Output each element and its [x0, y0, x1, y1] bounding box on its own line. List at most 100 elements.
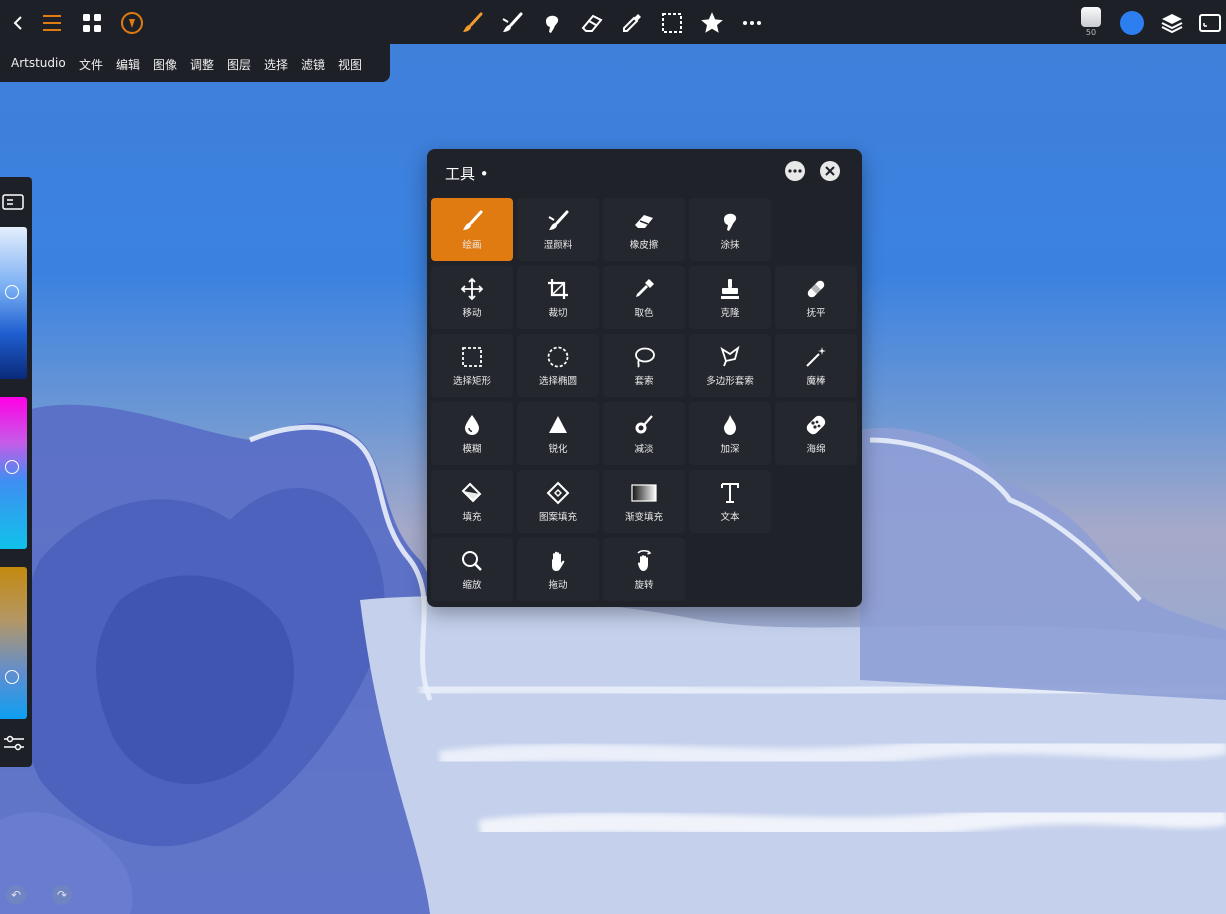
tool-color-picker[interactable]: 取色 [603, 266, 685, 329]
brush-size-value: 50 [1085, 28, 1097, 37]
tool-label: 加深 [720, 444, 740, 455]
sponge-icon [803, 412, 829, 438]
tool-paint[interactable]: 绘画 [431, 198, 513, 261]
clone-stamp-icon [717, 276, 743, 302]
tool-gradient-fill[interactable]: 渐变填充 [603, 470, 685, 533]
crop-icon [545, 276, 571, 302]
hue-slider-knob[interactable] [5, 460, 19, 474]
dodge-icon [631, 412, 657, 438]
tool-label: 图案填充 [538, 512, 577, 523]
fill-bucket-icon [459, 480, 485, 506]
text-icon [717, 480, 743, 506]
menu-icon[interactable] [38, 9, 66, 37]
tool-sponge[interactable]: 海绵 [775, 402, 857, 465]
tool-wet-paint[interactable]: 湿颜料 [517, 198, 599, 261]
tool-label: 模糊 [462, 444, 482, 455]
select-rect-icon[interactable] [658, 9, 686, 37]
fullscreen-icon[interactable] [1196, 9, 1224, 37]
menu-select[interactable]: 选择 [264, 56, 288, 73]
menu-file[interactable]: 文件 [79, 56, 103, 73]
menu-image[interactable]: 图像 [153, 56, 177, 73]
menu-edit[interactable]: 编辑 [116, 56, 140, 73]
tool-label: 裁切 [548, 308, 568, 319]
wet-paint-icon[interactable] [498, 9, 526, 37]
grid-icon[interactable] [78, 9, 106, 37]
lasso-icon [631, 344, 657, 370]
wet-paint-icon [545, 208, 571, 234]
tool-label: 橡皮擦 [629, 240, 659, 251]
paint-brush-icon [459, 208, 485, 234]
tool-sharpen[interactable]: 锐化 [517, 402, 599, 465]
tool-clone[interactable]: 克隆 [689, 266, 771, 329]
tool-pattern-fill[interactable]: 图案填充 [517, 470, 599, 533]
brush-icon[interactable] [458, 9, 486, 37]
tool-label: 缩放 [462, 580, 482, 591]
tool-label: 克隆 [720, 308, 740, 319]
redo-icon[interactable]: ↷ [52, 885, 72, 905]
brush-size-button[interactable]: 50 [1080, 7, 1102, 39]
tool-zoom[interactable]: 缩放 [431, 538, 513, 601]
saturation-slider-knob[interactable] [5, 670, 19, 684]
tool-label: 涂抹 [720, 240, 740, 251]
saturation-slider[interactable] [0, 567, 27, 719]
select-ellipse-icon [545, 344, 571, 370]
smudge-icon [717, 208, 743, 234]
tool-heal[interactable]: 抚平 [775, 266, 857, 329]
menu-filters[interactable]: 滤镜 [301, 56, 325, 73]
tool-dodge[interactable]: 减淡 [603, 402, 685, 465]
opacity-slider-knob[interactable] [5, 285, 19, 299]
menu-view[interactable]: 视图 [338, 56, 362, 73]
tool-lasso[interactable]: 套索 [603, 334, 685, 397]
tool-burn[interactable]: 加深 [689, 402, 771, 465]
tool-label: 取色 [634, 308, 654, 319]
top-toolbar: 50 [0, 0, 1226, 44]
tool-label: 选择矩形 [452, 376, 491, 387]
tool-blur[interactable]: 模糊 [431, 402, 513, 465]
layers-icon[interactable] [1158, 9, 1186, 37]
eyedropper-icon [631, 276, 657, 302]
sliders-settings-icon[interactable] [3, 735, 25, 755]
select-rect-icon [459, 344, 485, 370]
menu-artstudio[interactable]: Artstudio [11, 56, 66, 70]
panel-close-icon[interactable] [820, 161, 840, 181]
tool-select-rect[interactable]: 选择矩形 [431, 334, 513, 397]
tool-magic-wand[interactable]: 魔棒 [775, 334, 857, 397]
smudge-icon[interactable] [538, 9, 566, 37]
eraser-icon[interactable] [578, 9, 606, 37]
main-menu-bar: Artstudio 文件 编辑 图像 调整 图层 选择 滤镜 视图 [0, 44, 390, 82]
favorites-star-icon[interactable] [698, 9, 726, 37]
zoom-icon [459, 548, 485, 574]
tool-polygon-lasso[interactable]: 多边形套索 [689, 334, 771, 397]
app-logo-icon[interactable] [118, 9, 146, 37]
opacity-slider[interactable] [0, 227, 27, 379]
tool-label: 套索 [634, 376, 654, 387]
tool-smudge[interactable]: 涂抹 [689, 198, 771, 261]
tool-fill[interactable]: 填充 [431, 470, 513, 533]
eyedropper-icon[interactable] [618, 9, 646, 37]
more-icon[interactable] [738, 9, 766, 37]
menu-adjust[interactable]: 调整 [190, 56, 214, 73]
tool-crop[interactable]: 裁切 [517, 266, 599, 329]
sidebar-toggle-icon[interactable] [2, 194, 24, 214]
current-color-button[interactable] [1120, 11, 1144, 35]
tool-move[interactable]: 移动 [431, 266, 513, 329]
panel-options-icon[interactable] [785, 161, 805, 181]
rotate-hand-icon [631, 548, 657, 574]
menu-layers[interactable]: 图层 [227, 56, 251, 73]
hue-slider[interactable] [0, 397, 27, 549]
back-icon[interactable] [4, 9, 32, 37]
tool-label: 海绵 [806, 444, 826, 455]
tool-text[interactable]: 文本 [689, 470, 771, 533]
tool-eraser[interactable]: 橡皮擦 [603, 198, 685, 261]
tool-label: 渐变填充 [624, 512, 663, 523]
tool-label: 湿颜料 [543, 240, 573, 251]
tool-select-ellipse[interactable]: 选择椭圆 [517, 334, 599, 397]
tool-pan[interactable]: 拖动 [517, 538, 599, 601]
magic-wand-icon [803, 344, 829, 370]
tools-panel-title: 工具 • [445, 165, 489, 183]
undo-icon[interactable]: ↶ [6, 885, 26, 905]
tool-label: 魔棒 [806, 376, 826, 387]
tool-rotate[interactable]: 旋转 [603, 538, 685, 601]
heal-bandage-icon [803, 276, 829, 302]
pattern-fill-icon [545, 480, 571, 506]
